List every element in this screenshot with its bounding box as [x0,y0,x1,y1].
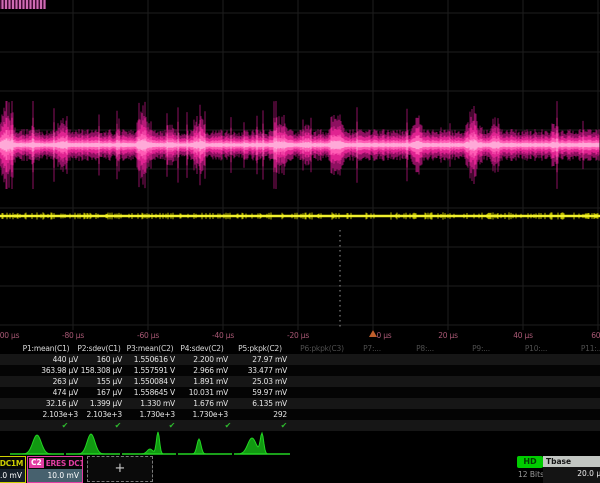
measure-value: 158.308 µV [81,365,122,376]
c1-coupling-label: DC1M [0,459,25,468]
measure-value: 1.730e+3 [139,409,175,420]
param-header-dim-10[interactable]: P10:... [525,343,547,354]
measure-value: 1.676 mV [193,398,228,409]
axis-tick-label: -100 µs [0,331,19,340]
param-header-3[interactable]: P3:mean(C2) [127,343,174,354]
measure-value: 2.966 mV [193,365,228,376]
measure-header-row: P1:mean(C1) P2:sdev(C1) P3:mean(C2) P4:sdev… [0,343,600,354]
measure-value-row: 263 µV 155 µV 1.550084 V 1.891 mV 25.03 mV [0,376,600,387]
histicon [178,439,232,454]
timebase-title: Tbase [543,456,600,467]
measure-value-row: 32.16 µV 1.399 µV 1.330 mV 1.676 mV 6.135 mV [0,398,600,409]
measure-value: 6.135 mV [252,398,287,409]
measure-value: 2.103e+3 [42,409,78,420]
measure-value: 155 µV [97,376,122,387]
axis-tick-label: 60 µs [591,331,600,340]
measure-value: 474 µV [53,387,78,398]
param-header-dim-8[interactable]: P8:... [416,343,434,354]
param-header-2[interactable]: P2:sdev(C1) [77,343,120,354]
c2-tag: C2 [29,458,44,468]
measure-value: 167 µV [97,387,122,398]
measure-value: 27.97 mV [252,354,287,365]
waveform-display-area [0,0,600,330]
histicon [66,434,120,454]
add-trace-button[interactable]: + [87,456,153,482]
param-header-dim-9[interactable]: P9:... [472,343,490,354]
param-header-dim-6[interactable]: P6:pkpk(C3) [300,343,344,354]
param-header-4[interactable]: P4:sdev(C2) [180,343,223,354]
measure-value-row: 2.103e+3 2.103e+3 1.730e+3 1.730e+3 292 [0,409,600,420]
measure-value: 2.103e+3 [86,409,122,420]
measure-value: 2.200 mV [193,354,228,365]
param-header-5[interactable]: P5:pkpk(C2) [238,343,282,354]
axis-tick-label: -20 µs [287,331,309,340]
measure-value-row: 474 µV 167 µV 1.558645 V 10.031 mV 59.97 mV [0,387,600,398]
c1-descriptor-box[interactable]: C1 DC1M 10.0 mV [0,456,26,483]
axis-tick-label: -60 µs [137,331,159,340]
param-header-1[interactable]: P1:mean(C1) [23,343,70,354]
c2-mode-coupling-chips: ERES DC1M [46,459,82,468]
c2-noise-trace[interactable] [0,101,599,189]
measure-value: 1.550084 V [134,376,175,387]
histicon [234,433,290,454]
measure-value: 1.558645 V [134,387,175,398]
measure-value: 1.550616 V [134,354,175,365]
plus-icon: + [115,461,126,476]
histicon [10,435,64,454]
hd-mode-badge[interactable]: HD [517,456,543,468]
c1-trace[interactable] [0,212,600,219]
measure-value: 1.730e+3 [192,409,228,420]
c2-scale-value: 10.0 mV [47,471,79,480]
axis-tick-label: 0 µs [376,331,391,340]
measure-value: 59.97 mV [252,387,287,398]
measure-value-row: 440 µV 160 µV 1.550616 V 2.200 mV 27.97 mV [0,354,600,365]
axis-tick-label: 20 µs [438,331,458,340]
measure-value: 33.477 mV [248,365,287,376]
axis-tick-label: -80 µs [62,331,84,340]
param-header-dim-11[interactable]: P11:... [581,343,600,354]
measure-value: 363.98 µV [41,365,78,376]
measure-value: 10.031 mV [189,387,228,398]
param-header-dim-7[interactable]: P7:... [363,343,381,354]
measure-value: 263 µV [53,376,78,387]
measure-histicons [0,430,600,456]
clipped-dialog-tab [0,0,46,9]
measure-value: 1.399 µV [90,398,122,409]
measure-value-row: 363.98 µV158.308 µV 1.557591 V 2.966 mV 33.… [0,365,600,376]
histicon [122,432,176,454]
measure-value: 25.03 mV [252,376,287,387]
timebase-descriptor-box[interactable]: Tbase 20.0 µs [543,456,600,483]
c2-descriptor-box[interactable]: C2 ERES DC1M 10.0 mV [27,456,83,483]
axis-tick-label: -40 µs [212,331,234,340]
grid-lines [0,0,600,330]
measure-value: 440 µV [53,354,78,365]
measure-value: 1.891 mV [193,376,228,387]
measure-value: 32.16 µV [46,398,78,409]
measure-value: 160 µV [97,354,122,365]
measure-value: 292 [273,409,287,420]
c1-scale-value: 10.0 mV [0,471,22,480]
timebase-axis: -100 µs -80 µs -60 µs -40 µs -20 µs 0 µs 20 µs… [0,329,600,342]
measure-value: 1.557591 V [134,365,175,376]
measure-value: 1.330 mV [140,398,175,409]
axis-tick-label: 40 µs [513,331,533,340]
timebase-value: 20.0 µs [543,467,600,481]
hd-bits-label: 12 Bits [516,470,546,479]
